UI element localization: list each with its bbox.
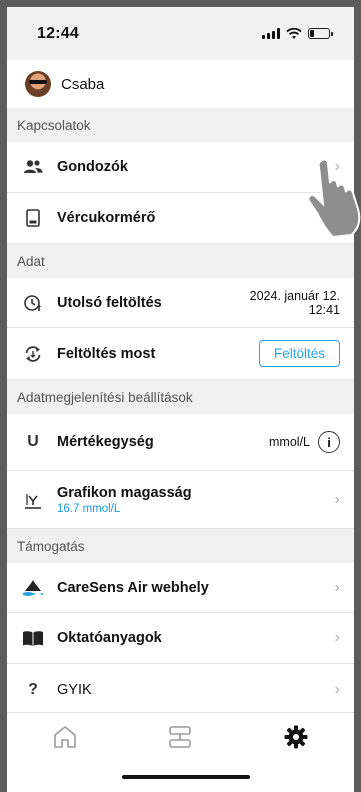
row-gondozok[interactable]: Gondozók › [7, 142, 354, 193]
row-mertekegyseg: U Mértékegység mmol/L i [7, 414, 354, 471]
grafikon-title: Grafikon magasság [57, 484, 192, 501]
avatar [25, 71, 51, 97]
row-vercukormero[interactable]: Vércukormérő › [7, 193, 354, 244]
row-label: Utolsó feltöltés [57, 294, 162, 311]
row-label: GYIK [57, 681, 92, 698]
row-feltoltes-most: Feltöltés most Feltöltés [7, 328, 354, 380]
row-oktato[interactable]: Oktatóanyagok › [7, 613, 354, 664]
unit-value: mmol/L [269, 435, 310, 449]
section-adat: Adat [7, 244, 354, 278]
profile-row[interactable]: Csaba [7, 60, 354, 108]
row-label: CareSens Air webhely [57, 579, 209, 596]
home-icon [54, 725, 76, 748]
list-icon [169, 725, 192, 748]
grafikon-value: 16.7 mmol/L [57, 502, 121, 515]
row-webhely[interactable]: CareSens Air webhely › [7, 563, 354, 613]
chevron-right-icon: › [334, 209, 340, 226]
upload-clock-icon [21, 291, 45, 315]
section-tamogatas: Támogatás [7, 529, 354, 563]
unit-icon: U [27, 433, 39, 450]
upload-button[interactable]: Feltöltés [258, 340, 340, 367]
phone-screen: 12:44 Csaba Kapcsolatok Gondozók › Vércu [0, 0, 361, 792]
chart-height-icon [21, 488, 45, 512]
last-upload-value: 2024. január 12. 12:41 [250, 289, 340, 317]
status-icons [262, 27, 333, 40]
row-utolso-feltoltes: Utolsó feltöltés 2024. január 12. 12:41 [7, 278, 354, 328]
chevron-right-icon: › [334, 490, 340, 508]
tab-home[interactable] [45, 717, 85, 757]
row-grafikon[interactable]: Grafikon magasság 16.7 mmol/L › [7, 471, 354, 529]
gear-icon [284, 725, 308, 748]
device-icon [21, 206, 45, 230]
drop-icon [21, 576, 45, 600]
tab-bar [7, 712, 354, 760]
row-label: Mértékegység [57, 434, 154, 450]
row-label: Vércukormérő [57, 210, 156, 226]
question-icon: ? [28, 680, 38, 698]
chevron-right-icon: › [334, 158, 340, 175]
status-time: 12:44 [37, 24, 79, 42]
row-label: Gondozók [57, 159, 128, 175]
chevron-right-icon: › [334, 680, 340, 698]
home-indicator [122, 775, 250, 779]
tab-list[interactable] [160, 717, 200, 757]
row-label: Feltöltés most [57, 345, 156, 362]
section-megjelenites: Adatmegjelenítési beállítások [7, 380, 354, 414]
chevron-right-icon: › [334, 629, 340, 646]
wifi-icon [286, 27, 302, 39]
people-icon [21, 155, 45, 179]
book-icon [21, 626, 45, 650]
user-name: Csaba [61, 75, 105, 93]
signal-icon [262, 28, 280, 39]
chevron-right-icon: › [334, 578, 340, 596]
status-bar: 12:44 [7, 7, 354, 60]
sync-icon [21, 342, 45, 366]
section-kapcsolatok: Kapcsolatok [7, 108, 354, 142]
row-label: Grafikon magasság 16.7 mmol/L [57, 485, 335, 515]
tab-settings[interactable] [276, 717, 316, 757]
last-upload-time: 12:41 [308, 302, 340, 317]
row-gyik[interactable]: ? GYIK › [7, 664, 354, 715]
info-icon[interactable]: i [318, 431, 340, 453]
row-label: Oktatóanyagok [57, 630, 162, 646]
battery-icon [308, 28, 333, 39]
last-upload-date: 2024. január 12. [249, 288, 340, 303]
